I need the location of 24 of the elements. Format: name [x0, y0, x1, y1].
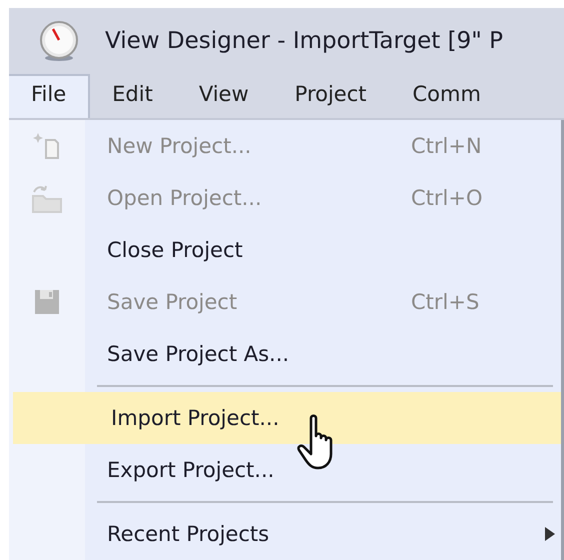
- shortcut-label: Ctrl+N: [411, 134, 482, 158]
- menu-bar-item[interactable]: View: [176, 74, 273, 118]
- shortcut-label: Ctrl+S: [411, 290, 480, 314]
- menu-item-label: Import Project...: [111, 406, 280, 430]
- menu-item[interactable]: Recent Projects: [9, 508, 561, 560]
- menu-item-label: Save Project: [107, 290, 238, 314]
- window-title: View Designer - ImportTarget [9" P: [105, 28, 503, 54]
- menu-item[interactable]: Export Project...: [9, 444, 561, 496]
- clock-icon: [37, 18, 81, 64]
- menu-item-label: Save Project As...: [107, 342, 290, 366]
- new-document-icon: [32, 131, 62, 161]
- menu-item-label: Open Project...: [107, 186, 262, 210]
- menu-bar-item[interactable]: File: [9, 74, 90, 118]
- menu-bar-item[interactable]: Project: [272, 74, 391, 118]
- menu-bar-item[interactable]: Edit: [90, 74, 177, 118]
- shortcut-label: Ctrl+O: [411, 186, 482, 210]
- menu-item[interactable]: Save Project As...: [9, 328, 561, 380]
- menu-item-label: Close Project: [107, 238, 243, 262]
- menu-bar-item[interactable]: Comm: [390, 74, 505, 118]
- menu-item-label: Export Project...: [107, 458, 274, 482]
- submenu-arrow-icon: [543, 526, 557, 542]
- menu-item-label: New Project...: [107, 134, 252, 158]
- menu-item[interactable]: Close Project: [9, 224, 561, 276]
- menu-item-label: Recent Projects: [107, 522, 270, 546]
